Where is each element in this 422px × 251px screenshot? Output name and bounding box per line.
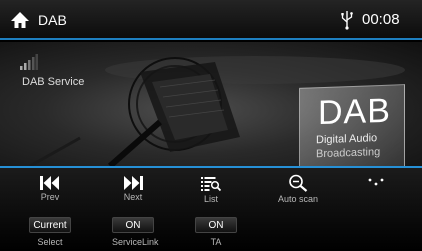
service-name: DAB Service	[22, 76, 85, 88]
signal-strength-icon	[20, 54, 38, 70]
prev-label: Prev	[40, 192, 60, 202]
ta-label: TA	[210, 237, 222, 247]
servicelink-value: ON	[112, 217, 154, 233]
scan-icon	[289, 174, 308, 192]
more-button[interactable]	[366, 178, 386, 186]
ta-value: ON	[195, 217, 237, 233]
dab-logo-title: DAB	[318, 91, 391, 133]
ta-toggle[interactable]: ON TA	[195, 217, 237, 247]
skip-previous-icon	[40, 176, 59, 190]
next-button[interactable]: Next	[113, 176, 153, 202]
usb-icon	[341, 11, 353, 30]
select-toggle[interactable]: Current Select	[29, 217, 71, 247]
skip-next-icon	[124, 176, 143, 190]
select-value: Current	[29, 217, 71, 233]
dab-logo-subtitle-1: Digital Audio	[316, 132, 378, 147]
auto-scan-label: Auto scan	[277, 194, 319, 204]
dab-logo: DAB Digital Audio Broadcasting	[299, 84, 405, 166]
servicelink-toggle[interactable]: ON ServiceLink	[112, 217, 159, 247]
list-search-icon	[201, 177, 221, 192]
source-title: DAB	[38, 12, 67, 28]
list-button[interactable]: List	[196, 176, 226, 204]
list-label: List	[203, 194, 218, 204]
home-icon[interactable]	[10, 10, 30, 30]
prev-button[interactable]: Prev	[30, 176, 70, 202]
servicelink-label: ServiceLink	[112, 237, 159, 247]
control-bar: Prev Next List Auto scan Current Select …	[0, 168, 422, 251]
more-dots-icon	[368, 178, 384, 186]
dab-logo-subtitle-2: Broadcasting	[316, 146, 381, 161]
clock: 00:08	[362, 11, 400, 28]
status-header: DAB 00:08	[0, 0, 422, 40]
station-display: DAB Service DAB Digital Audio Broadcasti…	[0, 42, 422, 166]
next-label: Next	[123, 192, 143, 202]
auto-scan-button[interactable]: Auto scan	[272, 174, 324, 204]
select-label: Select	[37, 237, 63, 247]
